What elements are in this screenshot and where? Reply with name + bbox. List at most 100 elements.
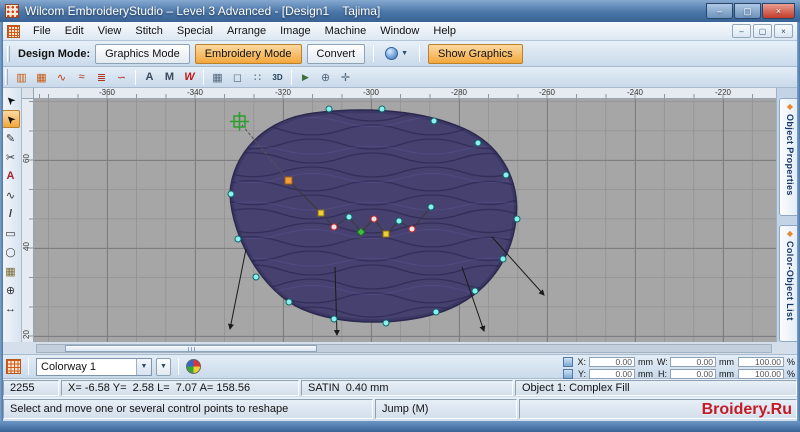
pan-icon[interactable]: ✛ <box>336 69 355 86</box>
separator <box>419 45 421 62</box>
close-button[interactable]: × <box>762 3 795 19</box>
needle-points-icon[interactable]: ∷ <box>248 69 267 86</box>
separator <box>373 45 375 62</box>
h-field[interactable]: 0.00 <box>670 368 716 379</box>
show-hoop-icon[interactable]: ◻ <box>228 69 247 86</box>
scale-x-field[interactable]: 100.00 <box>738 356 784 367</box>
lettering-tool-icon: A <box>6 170 15 182</box>
convert-button[interactable]: Convert <box>306 43 366 64</box>
menu-arrange[interactable]: Arrange <box>220 23 273 39</box>
reshape-tool[interactable]: ➤ <box>1 110 20 128</box>
stitch-toolbar: ▥ ▦ ∿ ≈ ≣ ∽ A M W ▦ ◻ ∷ 3D ▶ ⊕ ✛ <box>0 67 800 88</box>
satin-stitch-icon[interactable]: ▥ <box>12 69 31 86</box>
show-graphics-button[interactable]: Show Graphics <box>428 43 523 64</box>
horizontal-ruler: -360 -340 -320 -300 -280 -260 -240 -220 <box>34 88 776 99</box>
selected-object-info: Object 1: Complex Fill <box>515 380 797 396</box>
ellipse-tool[interactable]: ◯ <box>2 243 20 261</box>
color-wheel-icon[interactable] <box>186 359 201 374</box>
zoom-tool-icon: ⊕ <box>5 284 16 297</box>
menu-special[interactable]: Special <box>170 23 220 39</box>
freehand-tool-icon: ∿ <box>5 189 16 202</box>
toolbar-grip[interactable] <box>5 69 8 85</box>
scale-x-percent: % <box>787 356 796 367</box>
chevron-down-icon: ▼ <box>401 50 409 57</box>
embroidery-mode-button[interactable]: Embroidery Mode <box>194 43 302 64</box>
reshape-node <box>513 215 521 223</box>
design-document-icon <box>7 24 20 38</box>
design-canvas[interactable] <box>34 99 776 342</box>
horizontal-scrollbar[interactable] <box>36 344 772 353</box>
tab-label: Color-Object List <box>785 240 795 321</box>
diamond-icon: ◆ <box>786 102 794 111</box>
menu-machine[interactable]: Machine <box>318 23 374 39</box>
freehand-icon[interactable]: W <box>180 69 199 86</box>
measure-tool[interactable]: ↔ <box>2 300 20 318</box>
entry-point-marker[interactable] <box>230 112 249 131</box>
menu-image[interactable]: Image <box>273 23 318 39</box>
machine-function: Jump (M) <box>375 399 517 419</box>
title-bar[interactable]: Wilcom EmbroideryStudio – Level 3 Advanc… <box>0 0 800 22</box>
menu-file[interactable]: File <box>26 23 58 39</box>
separator <box>178 358 179 375</box>
ruler-label: -260 <box>538 88 556 97</box>
rect-tool[interactable]: ▭ <box>2 224 20 242</box>
knife-tool[interactable]: ✂ <box>2 148 20 166</box>
mdi-close-button[interactable]: × <box>774 24 793 38</box>
run-stitch-icon[interactable]: ≈ <box>72 69 91 86</box>
mdi-restore-button[interactable]: ▢ <box>753 24 772 38</box>
select-tool[interactable]: ➤ <box>2 91 20 109</box>
design-colors-icon[interactable] <box>6 359 21 374</box>
workspace: ➤ ➤ ✎ ✂ A ∿ / ▭ ◯ ▦ ⊕ ↔ -360 -340 -320 -… <box>0 88 800 342</box>
show-grid-icon[interactable]: ▦ <box>208 69 227 86</box>
select-tool-icon: ➤ <box>3 92 19 108</box>
freehand-tool[interactable]: ∿ <box>2 186 20 204</box>
y-field[interactable]: 0.00 <box>589 368 635 379</box>
zoom-icon[interactable]: ⊕ <box>316 69 335 86</box>
menu-window[interactable]: Window <box>373 23 426 39</box>
status-bar: 2255 X= -6.58 Y= 2.58 L= 7.07 A= 158.56 … <box>0 379 800 397</box>
y-label: Y: <box>577 368 586 379</box>
design-mode-label: Design Mode: <box>18 47 91 60</box>
toolbar-grip[interactable] <box>7 45 10 62</box>
reshape-node <box>227 190 235 198</box>
menu-view[interactable]: View <box>91 23 129 39</box>
menu-help[interactable]: Help <box>426 23 463 39</box>
fill-tool[interactable]: ▦ <box>2 262 20 280</box>
pen-tool[interactable]: ✎ <box>2 129 20 147</box>
menu-stitch[interactable]: Stitch <box>128 23 170 39</box>
maximize-button[interactable]: ▢ <box>734 3 761 19</box>
run-tool[interactable]: / <box>2 205 20 223</box>
diamond-icon: ◆ <box>786 228 794 238</box>
scale-y-field[interactable]: 100.00 <box>738 368 784 379</box>
prompt-bar: Select and move one or several control p… <box>0 397 800 421</box>
ruler-label: 60 <box>22 154 31 163</box>
w-label: W: <box>657 356 668 367</box>
lettering-icon[interactable]: A <box>140 69 159 86</box>
graphics-mode-button[interactable]: Graphics Mode <box>95 43 190 64</box>
reshape-node <box>285 298 293 306</box>
mdi-minimize-button[interactable]: – <box>732 24 751 38</box>
x-field[interactable]: 0.00 <box>589 356 635 367</box>
menu-edit[interactable]: Edit <box>58 23 91 39</box>
reshape-node <box>330 315 338 323</box>
triple-run-icon[interactable]: ≣ <box>92 69 111 86</box>
colorway-menu-button[interactable]: ▼ <box>156 357 171 376</box>
monogram-icon[interactable]: M <box>160 69 179 86</box>
design-canvas-svg[interactable] <box>34 99 776 342</box>
chevron-down-icon: ▼ <box>136 358 151 375</box>
w-field[interactable]: 0.00 <box>670 356 716 367</box>
lettering-tool[interactable]: A <box>2 167 20 185</box>
curve-node <box>408 225 416 233</box>
motif-fill-icon[interactable]: ∿ <box>52 69 71 86</box>
tatami-fill-icon[interactable]: ▦ <box>32 69 51 86</box>
hoop-globe-button[interactable]: ▼ <box>382 45 411 62</box>
3d-view-icon[interactable]: 3D <box>268 69 287 86</box>
separator <box>291 69 292 85</box>
scrollbar-thumb[interactable] <box>65 345 317 352</box>
zigzag-stitch-icon[interactable]: ∽ <box>112 69 131 86</box>
minimize-button[interactable]: – <box>706 3 733 19</box>
zoom-tool[interactable]: ⊕ <box>2 281 20 299</box>
ruler-label: -360 <box>98 88 116 97</box>
colorway-select[interactable]: Colorway 1 ▼ <box>36 357 152 376</box>
stitch-player-icon[interactable]: ▶ <box>296 69 315 86</box>
